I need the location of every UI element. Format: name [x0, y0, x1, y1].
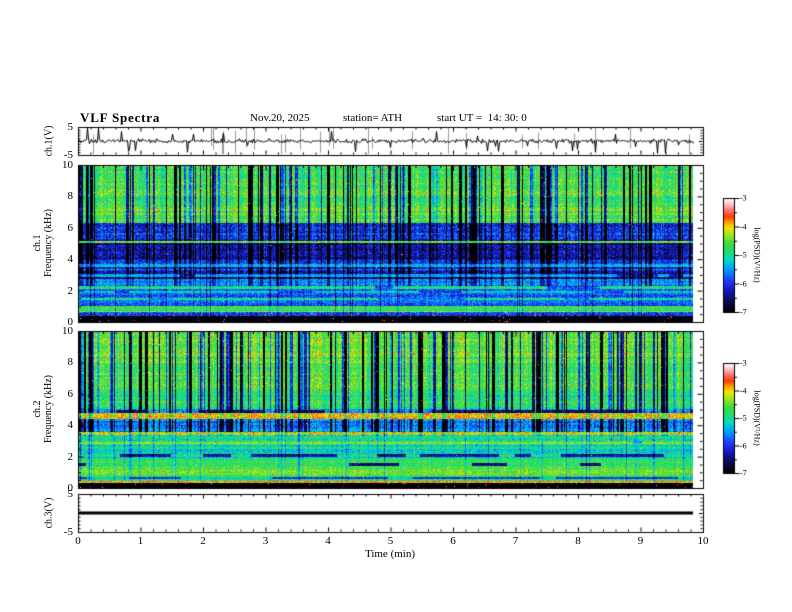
ch1-spec-y-tick-label: 4 — [67, 253, 74, 266]
ch1-spec-y-tick-label: 6 — [67, 221, 74, 234]
vlf-spectra-page: VLF Spectra Nov.20, 2025 station= ATH st… — [0, 0, 792, 612]
ch1-spec-ylabel-line2: Frequency (kHz) — [43, 208, 54, 278]
ch3-y-tick-label: 5 — [67, 488, 74, 500]
ch2-spectrogram-panel — [78, 331, 703, 488]
colorbar-ch2 — [723, 363, 735, 473]
colorbar1-tick-label: -4 — [740, 222, 747, 231]
ch2-spec-y-tick-label: 8 — [67, 356, 74, 369]
ch1-spec-ylabel-line1: ch.1 — [32, 234, 43, 252]
ch1-wave-y-tick-label: 5 — [67, 121, 74, 133]
x-tick-label: 0 — [75, 535, 81, 547]
colorbar1-tick-label: -6 — [740, 279, 747, 288]
x-tick-label: 4 — [325, 535, 331, 547]
ch2-spec-ylabel-line1: ch.2 — [32, 400, 43, 418]
colorbar1-tick-label: -5 — [740, 250, 747, 260]
x-tick-label: 9 — [637, 535, 644, 547]
ch2-spec-ylabel-line2: Frequency (kHz) — [43, 374, 54, 444]
colorbar2-tick-label: -5 — [740, 413, 747, 423]
colorbar1-tick-label: -3 — [740, 193, 747, 203]
colorbar2-tick-label: -3 — [740, 358, 747, 368]
ch1-spec-ylabel: ch.1 Frequency (kHz) — [32, 209, 54, 277]
x-tick-label: 7 — [512, 535, 519, 547]
x-tick-label: 10 — [697, 535, 709, 547]
ch1-wave-ylabel: ch.1(V) — [43, 125, 55, 157]
ch1-waveform-panel — [78, 127, 703, 155]
station-label: station= ATH — [343, 112, 403, 124]
ch3-y-tick-label: -5 — [63, 526, 73, 538]
date-label: Nov.20, 2025 — [250, 112, 310, 124]
ch1-spec-y-tick-label: 8 — [67, 190, 74, 203]
ch1-wave-y-tick-label: -5 — [63, 149, 73, 161]
x-axis-title: Time (min) — [364, 548, 416, 560]
x-tick-label: 1 — [137, 535, 144, 547]
ch2-spec-y-tick-label: 6 — [67, 387, 74, 400]
ch1-spec-y-tick-label: 2 — [67, 284, 74, 297]
x-tick-label: 5 — [387, 535, 394, 547]
x-tick-label: 8 — [575, 535, 581, 547]
colorbar2-tick-label: -6 — [740, 441, 747, 450]
x-tick-label: 2 — [200, 535, 206, 547]
ch1-spectrogram-panel — [78, 165, 703, 322]
colorbar1-unit-label: log(PSD)(V²/Hz) — [752, 227, 762, 283]
colorbar1-tick-label: -7 — [740, 307, 747, 317]
ch2-spec-y-tick-label: 4 — [67, 419, 74, 432]
ch2-spec-ylabel: ch.2 Frequency (kHz) — [32, 375, 54, 443]
ch3-waveform-panel — [78, 494, 703, 532]
ch2-spec-y-tick-label: 10 — [62, 325, 73, 337]
page-title: VLF Spectra — [80, 110, 161, 125]
colorbar2-tick-label: -7 — [740, 468, 747, 478]
x-tick-label: 3 — [262, 535, 269, 547]
ch3-ylabel: ch.3(V) — [43, 497, 55, 529]
colorbar2-tick-label: -4 — [740, 386, 747, 395]
ch2-spec-y-tick-label: 2 — [67, 450, 74, 463]
x-tick-label: 6 — [450, 535, 456, 547]
colorbar2-unit-label: log(PSD)(V²/Hz) — [752, 390, 762, 446]
colorbar-ch1 — [723, 198, 735, 312]
start-ut-label: start UT = 14: 30: 0 — [437, 112, 527, 124]
